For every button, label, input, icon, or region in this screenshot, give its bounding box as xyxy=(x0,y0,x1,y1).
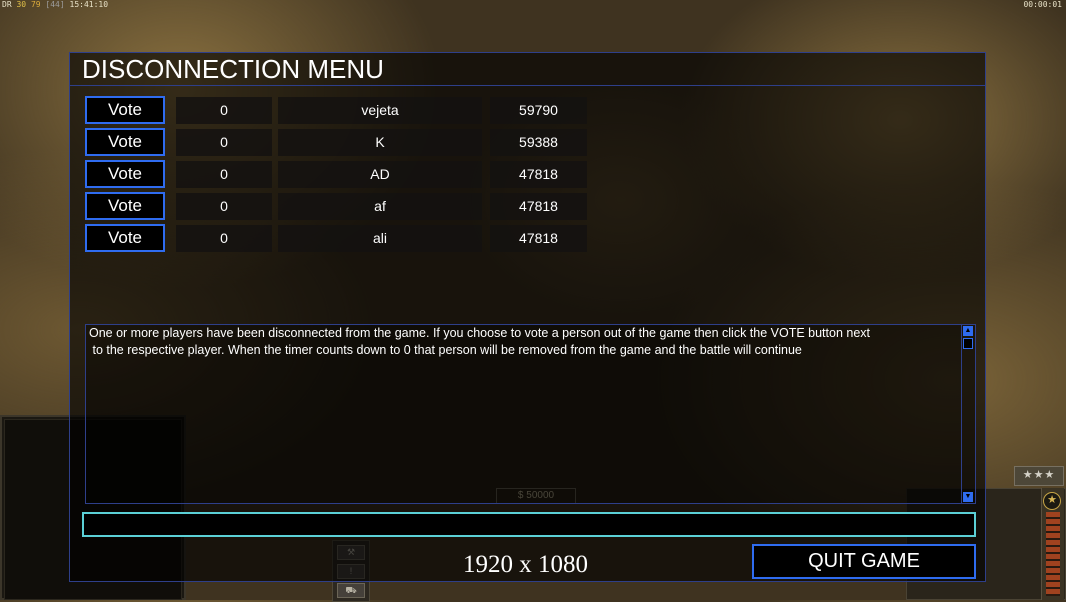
vote-count: 0 xyxy=(176,193,272,220)
quit-game-button[interactable]: QUIT GAME xyxy=(752,544,976,579)
player-name: AD xyxy=(278,161,482,188)
scroll-up-icon[interactable]: ▲ xyxy=(963,326,973,336)
vote-button[interactable]: Vote xyxy=(85,192,165,220)
hud-prefix: DR xyxy=(2,0,12,9)
player-timer: 47818 xyxy=(490,225,587,252)
message-text: One or more players have been disconnect… xyxy=(89,325,959,359)
message-box: One or more players have been disconnect… xyxy=(85,324,976,504)
disconnection-dialog: DISCONNECTION MENU Vote 0 vejeta 59790 V… xyxy=(69,52,986,582)
player-name: K xyxy=(278,129,482,156)
hud-clock: 15:41:10 xyxy=(69,0,109,9)
general-powers-button[interactable]: ★★★ xyxy=(1014,466,1064,486)
vote-count: 0 xyxy=(176,129,272,156)
hud-stat-a: 30 xyxy=(16,0,27,9)
player-name: ali xyxy=(278,225,482,252)
message-line: to the respective player. When the timer… xyxy=(89,343,802,357)
chat-input[interactable] xyxy=(82,512,976,537)
message-scrollbar[interactable]: ▲ ▼ xyxy=(961,325,975,503)
vote-count: 0 xyxy=(176,225,272,252)
unit-icon[interactable]: ⛟ xyxy=(337,583,365,598)
vote-button[interactable]: Vote xyxy=(85,224,165,252)
player-timer: 59790 xyxy=(490,97,587,124)
player-name: af xyxy=(278,193,482,220)
hud-stat-c: [44] xyxy=(45,0,65,9)
vote-button[interactable]: Vote xyxy=(85,128,165,156)
player-timer: 59388 xyxy=(490,129,587,156)
vote-count: 0 xyxy=(176,161,272,188)
rank-progress xyxy=(1046,512,1060,596)
game-timer: 00:00:01 xyxy=(1023,0,1062,9)
rank-star-icon: ★ xyxy=(1043,492,1061,510)
player-timer: 47818 xyxy=(490,161,587,188)
player-timer: 47818 xyxy=(490,193,587,220)
hud-stats: DR 30 79 [44] 15:41:10 xyxy=(2,0,108,9)
player-name: vejeta xyxy=(278,97,482,124)
message-line: One or more players have been disconnect… xyxy=(89,326,871,340)
dialog-title: DISCONNECTION MENU xyxy=(70,53,985,86)
vote-count: 0 xyxy=(176,97,272,124)
vote-button[interactable]: Vote xyxy=(85,160,165,188)
resolution-label: 1920 x 1080 xyxy=(463,551,588,578)
scroll-down-icon[interactable]: ▼ xyxy=(963,492,973,502)
hud-stat-b: 79 xyxy=(30,0,41,9)
vote-button[interactable]: Vote xyxy=(85,96,165,124)
scroll-thumb[interactable] xyxy=(963,338,973,349)
